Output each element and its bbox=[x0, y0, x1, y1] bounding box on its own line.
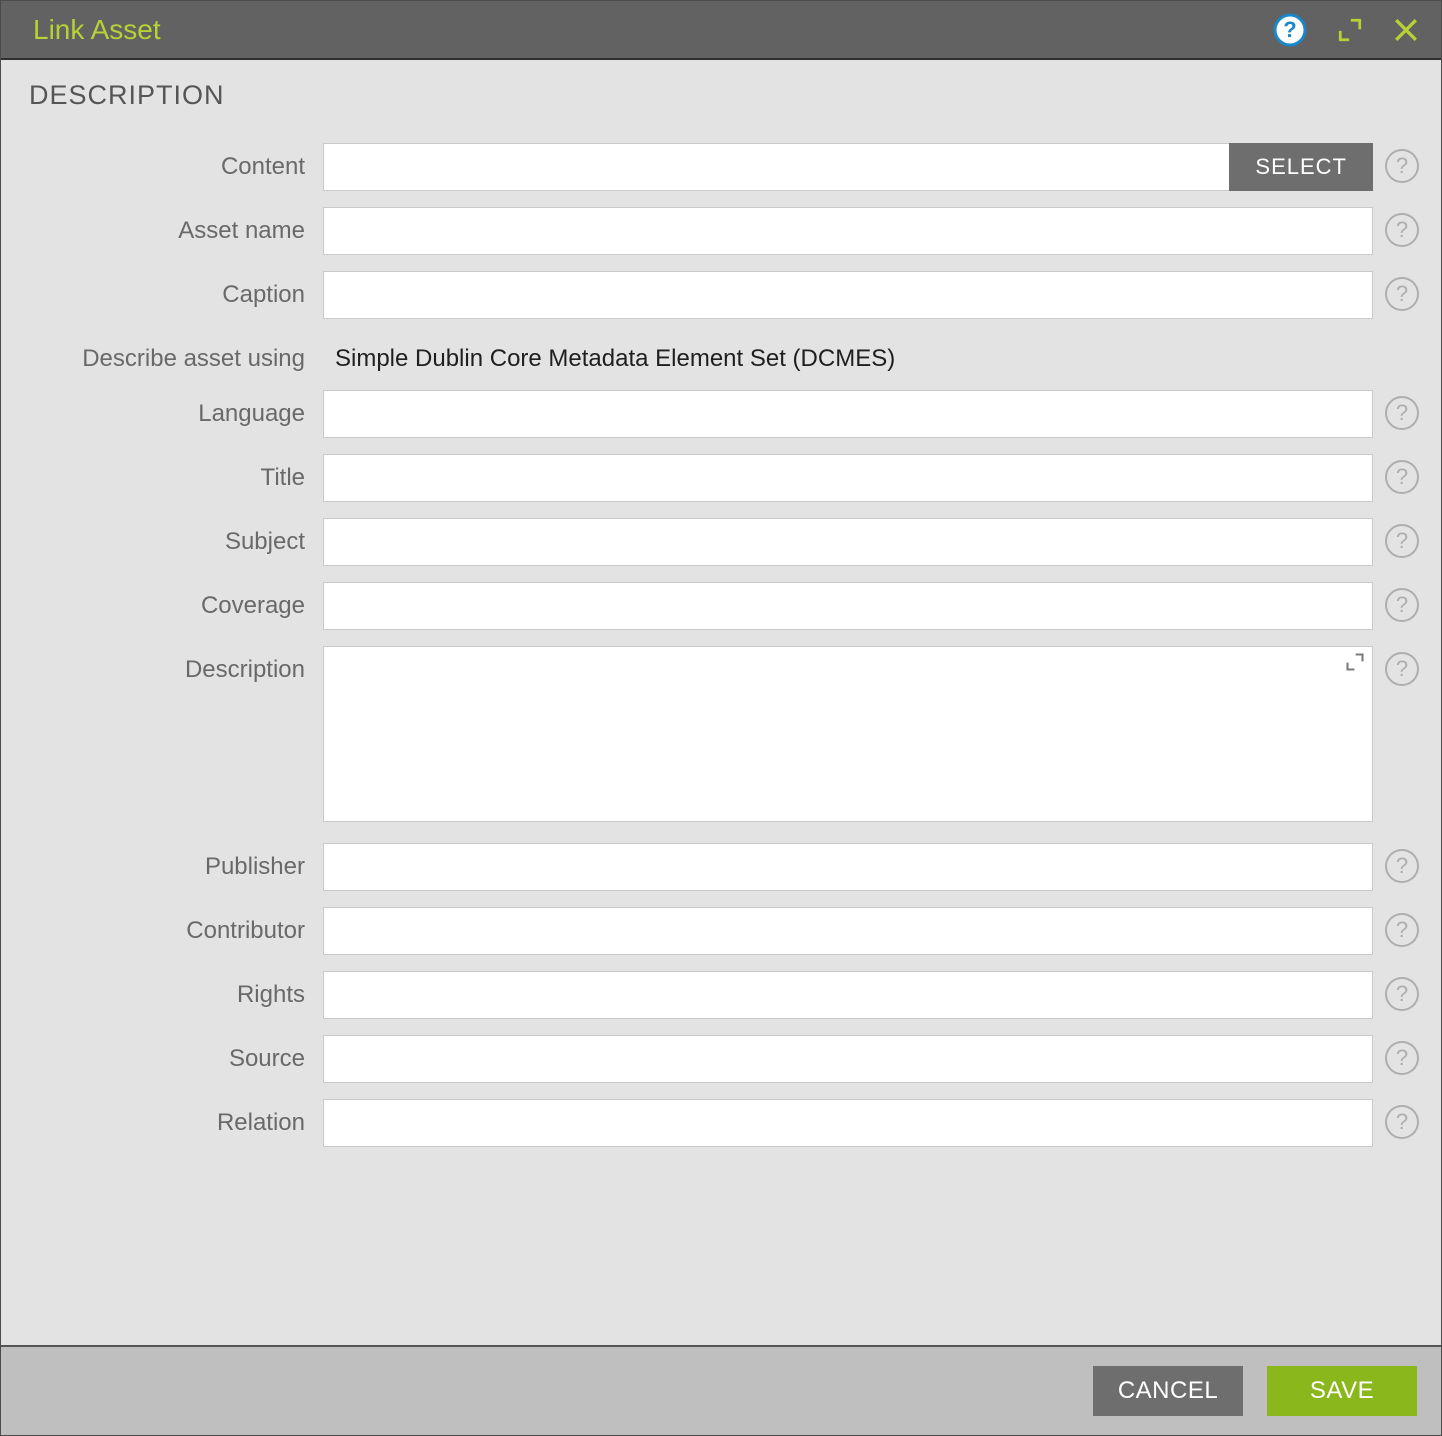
help-icon[interactable]: ? bbox=[1273, 13, 1307, 47]
titlebar-actions: ? bbox=[1273, 13, 1419, 47]
caption-input[interactable] bbox=[323, 271, 1373, 319]
label-source: Source bbox=[23, 1035, 323, 1074]
relation-input[interactable] bbox=[323, 1099, 1373, 1147]
coverage-input[interactable] bbox=[323, 582, 1373, 630]
row-subject: Subject ? bbox=[23, 510, 1431, 574]
help-publisher-icon[interactable]: ? bbox=[1385, 849, 1419, 883]
content-input[interactable] bbox=[323, 143, 1229, 191]
help-asset-name-icon[interactable]: ? bbox=[1385, 213, 1419, 247]
label-contributor: Contributor bbox=[23, 907, 323, 946]
row-publisher: Publisher ? bbox=[23, 835, 1431, 899]
help-description-icon[interactable]: ? bbox=[1385, 652, 1419, 686]
row-rights: Rights ? bbox=[23, 963, 1431, 1027]
label-coverage: Coverage bbox=[23, 582, 323, 621]
rights-input[interactable] bbox=[323, 971, 1373, 1019]
language-input[interactable] bbox=[323, 390, 1373, 438]
publisher-input[interactable] bbox=[323, 843, 1373, 891]
row-contributor: Contributor ? bbox=[23, 899, 1431, 963]
description-textarea[interactable] bbox=[323, 646, 1373, 822]
row-source: Source ? bbox=[23, 1027, 1431, 1091]
label-title: Title bbox=[23, 454, 323, 493]
select-content-button[interactable]: SELECT bbox=[1229, 143, 1373, 191]
help-caption-icon[interactable]: ? bbox=[1385, 277, 1419, 311]
description-expand-icon[interactable] bbox=[1345, 652, 1365, 672]
label-publisher: Publisher bbox=[23, 843, 323, 882]
label-subject: Subject bbox=[23, 518, 323, 557]
help-title-icon[interactable]: ? bbox=[1385, 460, 1419, 494]
link-asset-dialog: Link Asset ? DESCR bbox=[0, 0, 1442, 1436]
dialog-footer: CANCEL SAVE bbox=[1, 1345, 1441, 1435]
label-caption: Caption bbox=[23, 271, 323, 310]
help-contributor-icon[interactable]: ? bbox=[1385, 913, 1419, 947]
dialog-titlebar: Link Asset ? bbox=[1, 1, 1441, 60]
row-description: Description ? bbox=[23, 638, 1431, 835]
asset-name-input[interactable] bbox=[323, 207, 1373, 255]
label-describe-using: Describe asset using bbox=[23, 335, 323, 374]
row-content: Content SELECT ? bbox=[23, 135, 1431, 199]
label-description: Description bbox=[23, 646, 323, 685]
help-relation-icon[interactable]: ? bbox=[1385, 1105, 1419, 1139]
row-caption: Caption ? bbox=[23, 263, 1431, 327]
dialog-body: DESCRIPTION Content SELECT ? Asset name … bbox=[1, 60, 1441, 1345]
title-input[interactable] bbox=[323, 454, 1373, 502]
label-content: Content bbox=[23, 143, 323, 182]
dialog-title: Link Asset bbox=[33, 14, 1273, 46]
svg-text:?: ? bbox=[1283, 17, 1296, 42]
row-coverage: Coverage ? bbox=[23, 574, 1431, 638]
section-header: DESCRIPTION bbox=[23, 80, 1431, 135]
label-rights: Rights bbox=[23, 971, 323, 1010]
cancel-button[interactable]: CANCEL bbox=[1093, 1366, 1243, 1416]
row-relation: Relation ? bbox=[23, 1091, 1431, 1155]
expand-icon[interactable] bbox=[1337, 17, 1363, 43]
help-rights-icon[interactable]: ? bbox=[1385, 977, 1419, 1011]
help-coverage-icon[interactable]: ? bbox=[1385, 588, 1419, 622]
describe-using-value: Simple Dublin Core Metadata Element Set … bbox=[335, 335, 895, 373]
help-content-icon[interactable]: ? bbox=[1385, 149, 1419, 183]
subject-input[interactable] bbox=[323, 518, 1373, 566]
row-describe-using: Describe asset using Simple Dublin Core … bbox=[23, 327, 1431, 382]
help-language-icon[interactable]: ? bbox=[1385, 396, 1419, 430]
row-asset-name: Asset name ? bbox=[23, 199, 1431, 263]
row-language: Language ? bbox=[23, 382, 1431, 446]
contributor-input[interactable] bbox=[323, 907, 1373, 955]
help-subject-icon[interactable]: ? bbox=[1385, 524, 1419, 558]
source-input[interactable] bbox=[323, 1035, 1373, 1083]
label-relation: Relation bbox=[23, 1099, 323, 1138]
label-language: Language bbox=[23, 390, 323, 429]
help-source-icon[interactable]: ? bbox=[1385, 1041, 1419, 1075]
close-icon[interactable] bbox=[1393, 17, 1419, 43]
row-title: Title ? bbox=[23, 446, 1431, 510]
save-button[interactable]: SAVE bbox=[1267, 1366, 1417, 1416]
label-asset-name: Asset name bbox=[23, 207, 323, 246]
